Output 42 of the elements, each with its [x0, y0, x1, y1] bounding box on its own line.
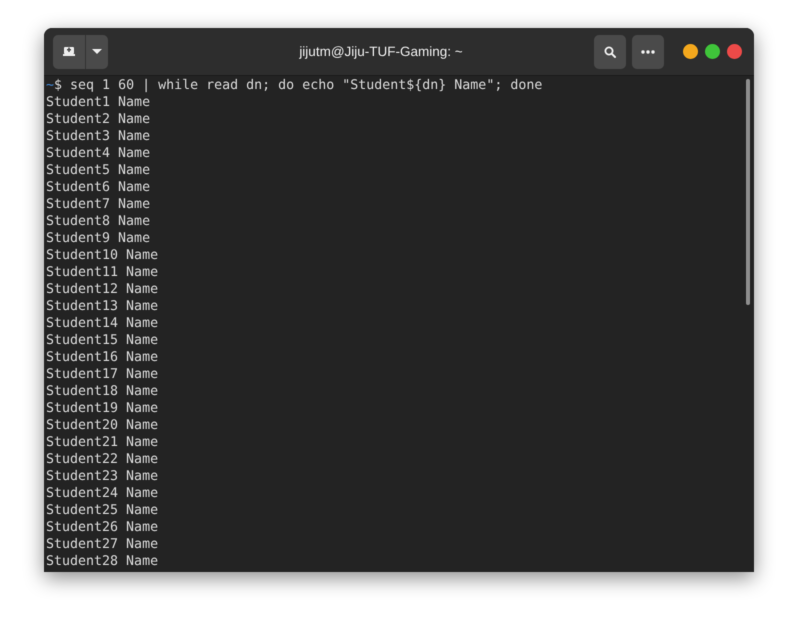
close-button[interactable] — [727, 44, 742, 59]
output-line: Student9 Name — [46, 230, 152, 247]
search-button[interactable] — [594, 34, 626, 68]
output-line: Student5 Name — [46, 162, 152, 179]
dropdown-button[interactable] — [86, 34, 108, 68]
output-line: Student17 Name — [46, 366, 160, 383]
output-line: Student12 Name — [46, 281, 160, 298]
output-line: Student10 Name — [46, 247, 160, 264]
command-line: ~$ seq 1 60 | while read dn; do echo "Student${dn} Name"; done — [46, 77, 544, 94]
output-line: Student1 Name — [46, 94, 152, 111]
search-icon — [604, 46, 616, 58]
terminal-icon — [63, 46, 75, 57]
output-line: Student24 Name — [46, 485, 160, 502]
output-line: Student22 Name — [46, 451, 160, 468]
output-line: Student14 Name — [46, 315, 160, 332]
output-line: Student8 Name — [46, 213, 152, 230]
output-line: Student19 Name — [46, 400, 160, 417]
output-line: Student26 Name — [46, 519, 160, 536]
scrollbar-thumb[interactable] — [746, 79, 750, 305]
output-line: Student28 Name — [46, 553, 160, 570]
output-line: Student4 Name — [46, 145, 152, 162]
output-line: Student3 Name — [46, 128, 152, 145]
maximize-button[interactable] — [705, 44, 720, 59]
output-line: Student7 Name — [46, 196, 152, 213]
output-line: Student25 Name — [46, 502, 160, 519]
window-title: jijutm@Jiju-TUF-Gaming: ~ — [298, 44, 464, 59]
output-line: Student2 Name — [46, 111, 152, 128]
output-line: Student23 Name — [46, 468, 160, 485]
output-line: Student18 Name — [46, 383, 160, 400]
caret-icon — [92, 49, 102, 54]
more-icon — [641, 50, 655, 54]
output-line: Student11 Name — [46, 264, 160, 281]
output-line: Student16 Name — [46, 349, 160, 366]
output-line: Student21 Name — [46, 434, 160, 451]
minimize-button[interactable] — [683, 44, 698, 59]
output-line: Student6 Name — [46, 179, 152, 196]
output-line: Student13 Name — [46, 298, 160, 315]
output-line: Student27 Name — [46, 536, 160, 553]
menu-button[interactable] — [632, 34, 664, 68]
output-line: Student20 Name — [46, 417, 160, 434]
output-line: Student15 Name — [46, 332, 160, 349]
new-tab-button[interactable] — [53, 34, 86, 68]
